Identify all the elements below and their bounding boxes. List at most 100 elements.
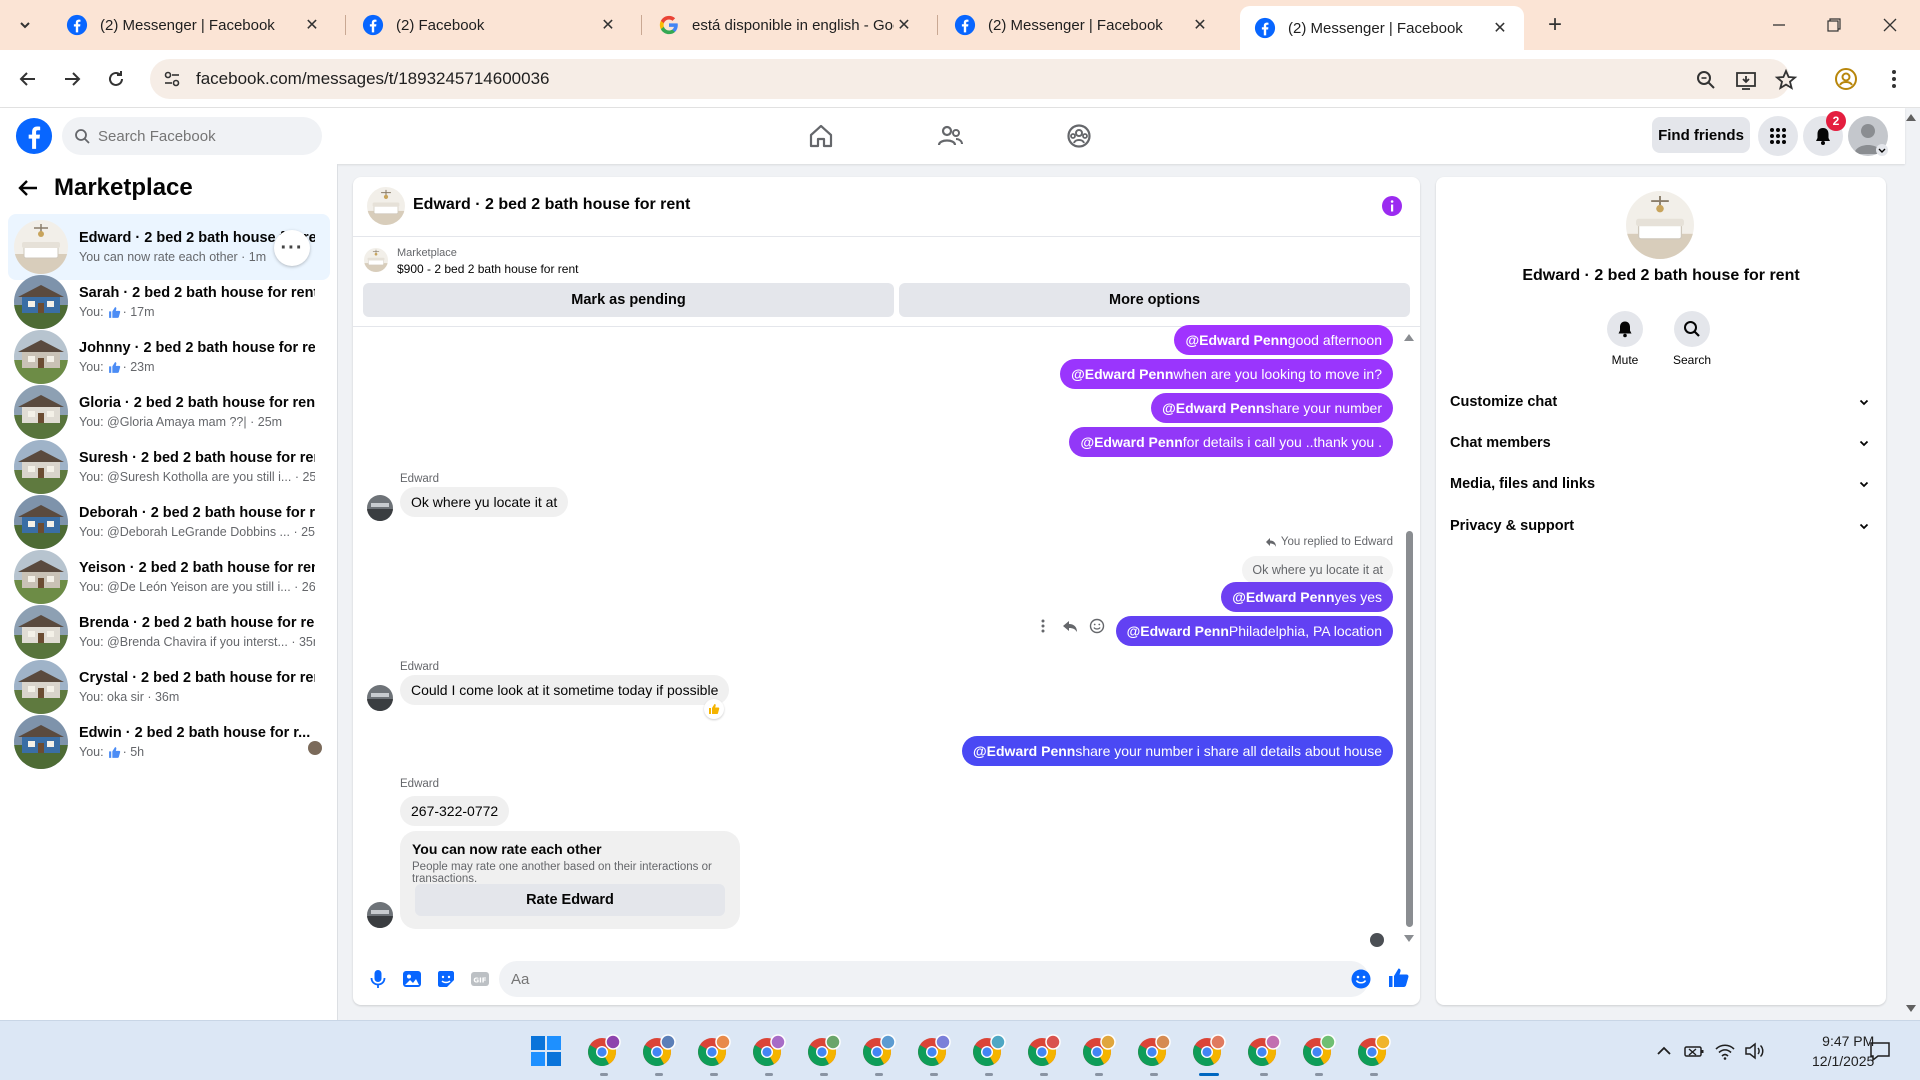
mute-action[interactable]: Mute (1595, 311, 1655, 367)
mention[interactable]: @Edward Penn (1162, 400, 1264, 416)
tab-search-button[interactable] (8, 10, 42, 40)
mention[interactable]: @Edward Penn (1127, 623, 1229, 639)
sender-avatar[interactable] (367, 495, 393, 521)
close-tab-icon[interactable]: ✕ (894, 15, 914, 35)
photo-icon[interactable] (401, 968, 423, 990)
chat-title[interactable]: Edward · 2 bed 2 bath house for rent (413, 196, 690, 214)
sender-avatar[interactable] (367, 902, 393, 928)
browser-tab-1[interactable]: (2) Messenger | Facebook ✕ (52, 7, 336, 43)
thumbs-up-send-icon[interactable] (1387, 966, 1411, 990)
mention[interactable]: @Edward Penn (1185, 332, 1287, 348)
outgoing-message[interactable]: @Edward Penn when are you looking to mov… (1060, 359, 1393, 389)
incoming-message[interactable]: Could I come look at it sometime today i… (400, 675, 730, 705)
battery-icon[interactable] (1683, 1040, 1705, 1062)
listing-photo[interactable] (1626, 191, 1694, 259)
listing-thumbnail[interactable] (367, 187, 405, 225)
browser-tab-3[interactable]: está disponible in english - Goo ✕ (644, 7, 928, 43)
close-tab-icon[interactable]: ✕ (1490, 18, 1510, 38)
chrome-taskbar-icon[interactable] (916, 1033, 952, 1069)
chrome-taskbar-icon[interactable] (1356, 1033, 1392, 1069)
scroll-down-icon[interactable] (1403, 934, 1415, 944)
chrome-taskbar-icon[interactable] (1026, 1033, 1062, 1069)
reaction-badge[interactable] (704, 699, 724, 719)
scroll-up-icon[interactable] (1403, 332, 1415, 342)
chrome-taskbar-icon[interactable] (1191, 1033, 1227, 1069)
mention[interactable]: @Edward Penn (1080, 434, 1182, 450)
more-vertical-icon[interactable] (1882, 67, 1906, 91)
message-react-button[interactable] (1087, 616, 1107, 636)
outgoing-message[interactable]: @Edward Penn share your number i share a… (962, 736, 1393, 766)
facebook-search[interactable] (62, 117, 322, 155)
privacy-support-section[interactable]: Privacy & support (1450, 506, 1870, 546)
chrome-taskbar-icon[interactable] (1246, 1033, 1282, 1069)
restore-button[interactable] (1821, 12, 1847, 38)
reload-button[interactable] (102, 65, 130, 93)
reply-quote[interactable]: Ok where yu locate it at (1242, 556, 1393, 584)
volume-icon[interactable] (1743, 1040, 1765, 1062)
search-in-chat-action[interactable]: Search (1662, 311, 1722, 367)
message-more-button[interactable] (1033, 616, 1053, 636)
message-reply-button[interactable] (1060, 616, 1080, 636)
system-clock[interactable]: 9:47 PM 12/1/2025 (1812, 1031, 1874, 1071)
outgoing-message[interactable]: @Edward Penn yes yes (1221, 582, 1393, 612)
chrome-taskbar-icon[interactable] (641, 1033, 677, 1069)
close-tab-icon[interactable]: ✕ (1190, 15, 1210, 35)
friends-icon[interactable] (936, 122, 964, 150)
chat-scrollbar[interactable] (1406, 531, 1413, 927)
chrome-taskbar-icon[interactable] (586, 1033, 622, 1069)
gif-icon[interactable]: GIF (469, 968, 491, 990)
chrome-taskbar-icon[interactable] (696, 1033, 732, 1069)
notification-center-icon[interactable] (1868, 1039, 1892, 1063)
chrome-taskbar-icon[interactable] (751, 1033, 787, 1069)
incoming-message[interactable]: 267-322-0772 (400, 796, 510, 826)
outgoing-message[interactable]: @Edward Penn good afternoon (1174, 325, 1393, 355)
outgoing-message[interactable]: @Edward Penn share your number (1151, 393, 1393, 423)
browser-tab-4[interactable]: (2) Messenger | Facebook ✕ (940, 7, 1224, 43)
minimize-button[interactable] (1766, 12, 1792, 38)
facebook-logo-icon[interactable] (15, 117, 53, 155)
back-arrow-icon[interactable] (16, 176, 40, 200)
sender-avatar[interactable] (367, 685, 393, 711)
back-button[interactable] (14, 65, 42, 93)
address-bar[interactable]: facebook.com/messages/t/1893245714600036 (150, 59, 1798, 99)
close-window-button[interactable] (1877, 12, 1903, 38)
browser-tab-5-active[interactable]: (2) Messenger | Facebook ✕ (1240, 6, 1524, 50)
chrome-taskbar-icon[interactable] (861, 1033, 897, 1069)
more-options-button[interactable]: More options (899, 283, 1410, 317)
outgoing-message[interactable]: @Edward Penn Philadelphia, PA location (1115, 616, 1393, 646)
outgoing-message[interactable]: @Edward Penn for details i call you ..th… (1069, 427, 1393, 457)
conversation-more-button[interactable]: ··· (274, 230, 310, 266)
rate-edward-button[interactable]: Rate Edward (415, 884, 725, 916)
incoming-message[interactable]: Ok where yu locate it at (400, 487, 569, 517)
emoji-icon[interactable] (1350, 968, 1372, 990)
mark-as-pending-button[interactable]: Mark as pending (363, 283, 894, 317)
chevron-up-icon[interactable] (1653, 1040, 1675, 1062)
browser-tab-2[interactable]: (2) Facebook ✕ (348, 7, 632, 43)
account-chevron-icon[interactable] (1876, 144, 1888, 156)
new-tab-button[interactable]: + (1541, 12, 1569, 40)
chat-members-section[interactable]: Chat members (1450, 423, 1870, 463)
home-icon[interactable] (807, 122, 835, 150)
info-icon[interactable] (1381, 195, 1403, 217)
chrome-taskbar-icon[interactable] (971, 1033, 1007, 1069)
message-input[interactable] (499, 961, 1369, 997)
page-scroll-up-icon[interactable] (1905, 112, 1917, 122)
microphone-icon[interactable] (367, 968, 389, 990)
page-scroll-down-icon[interactable] (1905, 1004, 1917, 1014)
wifi-icon[interactable] (1714, 1040, 1736, 1062)
mention[interactable]: @Edward Penn (973, 743, 1075, 759)
mention[interactable]: @Edward Penn (1232, 589, 1334, 605)
customize-chat-section[interactable]: Customize chat (1450, 382, 1870, 422)
listing-price-title[interactable]: $900 - 2 bed 2 bath house for rent (397, 262, 578, 276)
profile-icon[interactable] (1834, 67, 1858, 91)
media-files-links-section[interactable]: Media, files and links (1450, 464, 1870, 504)
menu-button[interactable] (1758, 116, 1798, 156)
forward-button[interactable] (58, 65, 86, 93)
conversation-item[interactable]: Edwin · 2 bed 2 bath house for r... You: ·… (8, 709, 330, 775)
close-tab-icon[interactable]: ✕ (598, 15, 618, 35)
close-tab-icon[interactable]: ✕ (302, 15, 322, 35)
windows-start-icon[interactable] (530, 1035, 562, 1067)
find-friends-button[interactable]: Find friends (1652, 117, 1750, 153)
chrome-taskbar-icon[interactable] (1136, 1033, 1172, 1069)
mention[interactable]: @Edward Penn (1071, 366, 1173, 382)
